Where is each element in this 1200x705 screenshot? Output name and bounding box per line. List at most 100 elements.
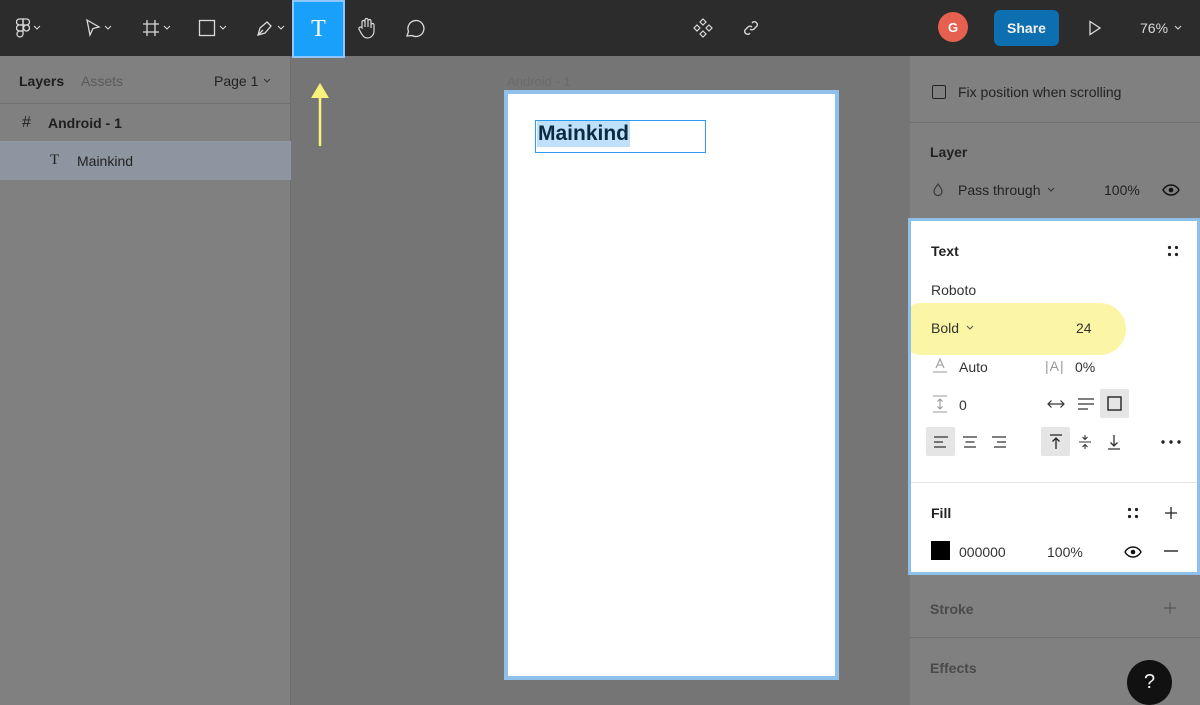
frame-icon: # [22,113,31,131]
text-layer-icon: T [50,152,60,168]
pointer-icon [85,19,101,37]
more-text-options-button[interactable] [1156,427,1185,456]
letter-spacing-icon: |A| [1045,358,1065,374]
align-left-icon [933,435,948,448]
auto-height-icon [1077,397,1094,410]
zoom-level: 76% [1140,20,1169,36]
align-left-button[interactable] [926,427,955,456]
fill-hex-input[interactable]: 000000 [959,544,1006,560]
layers-panel: Layers Assets Page 1 # Android - 1 T Mai… [0,56,291,705]
help-button[interactable]: ? [1127,660,1172,705]
blend-mode-value: Pass through [958,182,1041,198]
move-tool-button[interactable] [76,0,120,56]
styles-grid-icon[interactable] [1167,245,1179,257]
align-center-icon [962,435,977,448]
fill-section-title: Fill [931,505,952,521]
align-bottom-button[interactable] [1099,427,1128,456]
text-tool-icon: T [311,15,326,42]
share-button[interactable]: Share [994,10,1059,46]
auto-height-button[interactable] [1071,389,1100,418]
rectangle-icon [198,19,215,37]
blend-mode-icon [933,183,943,196]
comment-icon [406,19,425,38]
font-family-select[interactable]: Roboto [931,282,976,298]
text-properties-panel: Text Roboto Bold 24 Auto |A| 0% 0 Fill 0… [908,218,1200,575]
text-tool-button[interactable]: T [292,0,345,58]
hand-icon [358,17,375,39]
eye-icon[interactable] [1162,184,1180,196]
main-menu-button[interactable] [8,0,48,56]
android-frame[interactable] [504,90,839,680]
effects-section-title: Effects [930,660,977,676]
layer-item-text[interactable]: T Mainkind [0,141,291,180]
styles-grid-icon[interactable] [1127,507,1139,519]
link-button[interactable] [736,0,766,56]
present-button[interactable] [1082,0,1108,56]
zoom-menu[interactable]: 76% [1140,0,1182,56]
paragraph-spacing-icon [933,395,947,413]
divider [911,482,1197,483]
align-top-icon [1049,433,1062,449]
chevron-down-icon [1174,25,1182,30]
chevron-down-icon [966,325,974,330]
line-height-input[interactable]: Auto [959,359,988,375]
frame-tool-button[interactable] [134,0,178,56]
play-icon [1089,20,1102,36]
align-top-button[interactable] [1041,427,1070,456]
chevron-down-icon [1047,187,1054,192]
page-selector[interactable]: Page 1 [214,73,271,89]
align-middle-icon [1078,434,1091,449]
layer-label: Android - 1 [48,114,122,131]
shape-tool-button[interactable] [190,0,234,56]
components-icon [693,18,713,38]
panel-tabs: Layers Assets Page 1 [0,56,291,104]
auto-width-button[interactable] [1041,389,1070,418]
toolbar: T G Share 76% [0,0,1200,58]
eye-icon[interactable] [1124,546,1142,558]
auto-width-icon [1046,399,1065,408]
align-right-icon [991,435,1006,448]
selected-text[interactable]: Mainkind [537,121,631,147]
layer-opacity[interactable]: 100% [1104,182,1140,198]
fill-color-swatch[interactable] [931,541,950,560]
chevron-down-icon [163,25,170,30]
divider [910,122,1200,123]
align-bottom-icon [1107,434,1120,450]
letter-spacing-input[interactable]: 0% [1075,359,1095,375]
font-size-input[interactable]: 24 [1076,320,1092,336]
chevron-down-icon [277,25,284,30]
plus-icon[interactable] [1163,601,1177,615]
line-height-icon [933,357,947,373]
frame-title[interactable]: Android - 1 [507,74,571,89]
more-icon [1160,439,1181,444]
chevron-down-icon [33,25,40,30]
link-icon [744,21,758,35]
font-weight-value: Bold [931,320,960,336]
layer-label: Mainkind [77,152,134,169]
hand-tool-button[interactable] [350,0,384,56]
stroke-section-title: Stroke [930,601,974,617]
blend-mode-select[interactable]: Pass through [958,182,1055,198]
font-weight-select[interactable]: Bold [931,320,974,336]
page-name: Page 1 [214,73,259,89]
fix-position-checkbox[interactable] [932,85,946,99]
layer-item-frame[interactable]: # Android - 1 [0,104,291,141]
paragraph-spacing-input[interactable]: 0 [959,397,967,413]
align-right-button[interactable] [984,427,1013,456]
align-center-button[interactable] [955,427,984,456]
fixed-size-button[interactable] [1100,389,1129,418]
components-button[interactable] [688,0,718,56]
user-avatar[interactable]: G [938,12,968,42]
fix-position-label: Fix position when scrolling [958,84,1122,100]
fill-opacity-input[interactable]: 100% [1047,544,1083,560]
tab-assets[interactable]: Assets [81,73,123,89]
pen-tool-button[interactable] [248,0,292,56]
minus-icon[interactable] [1164,550,1178,552]
align-middle-button[interactable] [1070,427,1099,456]
fixed-size-icon [1107,396,1122,411]
divider [910,637,1200,638]
tab-layers[interactable]: Layers [19,73,64,89]
layer-section-title: Layer [930,144,968,160]
comment-tool-button[interactable] [398,0,432,56]
plus-icon[interactable] [1164,506,1178,520]
